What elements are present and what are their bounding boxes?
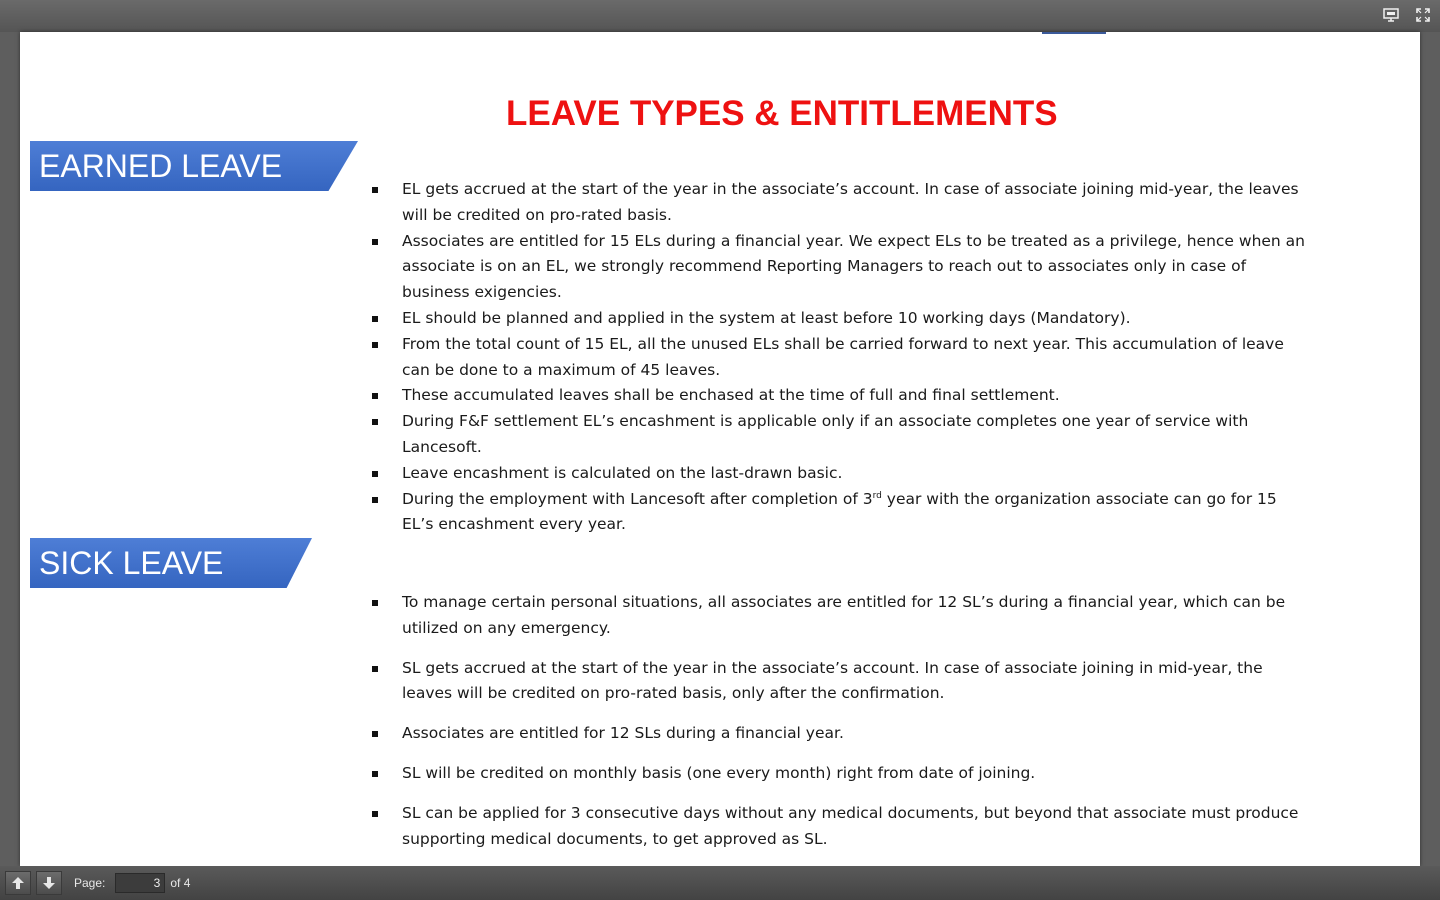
list-item: Associates are entitled for 12 SLs durin… [370,721,1310,747]
bullet-square-icon [372,665,378,672]
page-navigation-bar: Page: of 4 [0,866,1440,900]
bullet-square-icon [372,496,378,503]
next-page-button[interactable] [36,871,62,895]
page-total: of 4 [170,876,191,890]
list-item: From the total count of 15 EL, all the u… [370,332,1310,384]
page-number-input[interactable] [115,873,166,893]
page-header-line [1042,32,1106,34]
bullet-square-icon [372,810,378,817]
list-item: SL will be credited on monthly basis (on… [370,761,1310,787]
bullet-square-icon [372,770,378,777]
list-item: These accumulated leaves shall be enchas… [370,383,1310,409]
bullet-square-icon [372,393,378,400]
bullet-square-icon [372,238,378,245]
sick-leave-heading: SICK LEAVE [39,545,224,581]
list-item: EL should be planned and applied in the … [370,306,1310,332]
document-page: LEAVE TYPES & ENTITLEMENTS EARNED LEAVE … [20,32,1420,866]
bullet-square-icon [372,187,378,193]
bullet-square-icon [372,470,378,477]
page-title: LEAVE TYPES & ENTITLEMENTS [506,94,1058,133]
arrow-up-icon [12,877,24,889]
presentation-mode-icon[interactable] [1381,5,1401,25]
earned-leave-banner: EARNED LEAVE [30,141,358,191]
list-item: EL gets accrued at the start of the year… [370,177,1310,229]
list-item: SL can be applied for 3 consecutive days… [370,801,1310,853]
fullscreen-icon[interactable] [1413,5,1433,25]
bullet-square-icon [372,315,378,322]
viewer-toolbar [0,0,1440,32]
sick-leave-banner: SICK LEAVE [30,538,312,588]
bullet-square-icon [372,341,378,348]
list-item: SL gets accrued at the start of the year… [370,656,1310,708]
arrow-down-icon [43,877,55,889]
list-item: During the employment with Lancesoft aft… [370,487,1310,539]
previous-page-button[interactable] [5,871,31,895]
bullet-square-icon [372,731,378,738]
list-item: During F&F settlement EL’s encashment is… [370,409,1310,461]
page-label: Page: [74,876,106,890]
bullet-square-icon [372,600,378,606]
bullet-square-icon [372,419,378,426]
earned-leave-list: EL gets accrued at the start of the year… [370,177,1310,538]
earned-leave-heading: EARNED LEAVE [39,148,283,184]
sick-leave-list: To manage certain personal situations, a… [370,590,1310,866]
list-item: To manage certain personal situations, a… [370,590,1310,642]
list-item: Leave encashment is calculated on the la… [370,461,1310,487]
list-item: Associates are entitled for 15 ELs durin… [370,229,1310,306]
